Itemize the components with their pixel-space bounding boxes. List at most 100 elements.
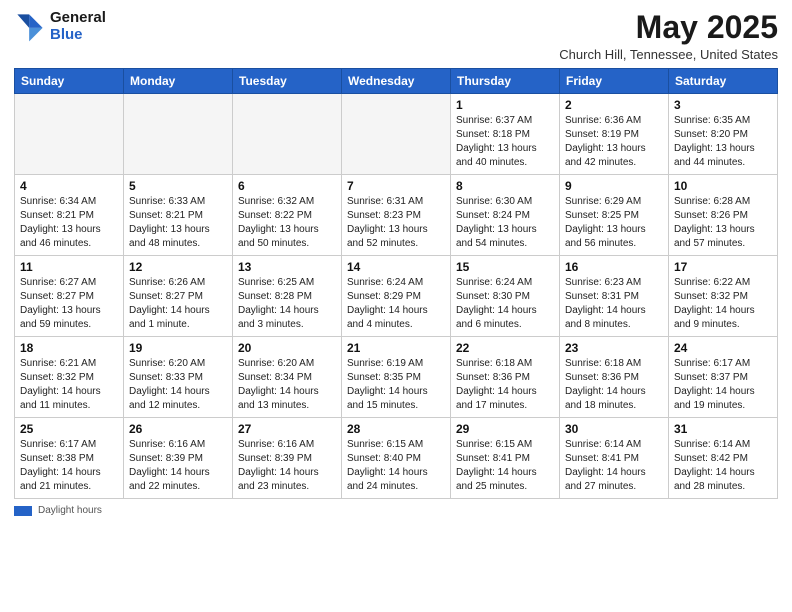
logo: General Blue xyxy=(14,10,106,43)
calendar-header: SundayMondayTuesdayWednesdayThursdayFrid… xyxy=(15,69,778,94)
day-of-week-wednesday: Wednesday xyxy=(342,69,451,94)
day-info: Sunrise: 6:28 AMSunset: 8:26 PMDaylight:… xyxy=(674,195,772,251)
day-info: Sunrise: 6:16 AMSunset: 8:39 PMDaylight:… xyxy=(238,438,336,494)
day-info: Sunrise: 6:26 AMSunset: 8:27 PMDaylight:… xyxy=(129,276,227,332)
calendar-cell: 25 Sunrise: 6:17 AMSunset: 8:38 PMDayligh… xyxy=(15,418,124,499)
day-info: Sunrise: 6:31 AMSunset: 8:23 PMDaylight:… xyxy=(347,195,445,251)
calendar-cell: 8 Sunrise: 6:30 AMSunset: 8:24 PMDaylight… xyxy=(451,175,560,256)
day-number: 8 xyxy=(456,179,554,193)
day-number: 23 xyxy=(565,341,663,355)
header: General Blue May 2025 Church Hill, Tenne… xyxy=(14,10,778,62)
day-info: Sunrise: 6:18 AMSunset: 8:36 PMDaylight:… xyxy=(565,357,663,413)
week-row-4: 18 Sunrise: 6:21 AMSunset: 8:32 PMDayligh… xyxy=(15,337,778,418)
day-number: 30 xyxy=(565,422,663,436)
calendar-cell: 15 Sunrise: 6:24 AMSunset: 8:30 PMDayligh… xyxy=(451,256,560,337)
day-number: 10 xyxy=(674,179,772,193)
week-row-5: 25 Sunrise: 6:17 AMSunset: 8:38 PMDayligh… xyxy=(15,418,778,499)
day-info: Sunrise: 6:22 AMSunset: 8:32 PMDaylight:… xyxy=(674,276,772,332)
day-info: Sunrise: 6:25 AMSunset: 8:28 PMDaylight:… xyxy=(238,276,336,332)
days-of-week-row: SundayMondayTuesdayWednesdayThursdayFrid… xyxy=(15,69,778,94)
day-number: 29 xyxy=(456,422,554,436)
day-number: 1 xyxy=(456,98,554,112)
day-number: 17 xyxy=(674,260,772,274)
day-of-week-sunday: Sunday xyxy=(15,69,124,94)
calendar-cell xyxy=(124,94,233,175)
day-info: Sunrise: 6:20 AMSunset: 8:34 PMDaylight:… xyxy=(238,357,336,413)
calendar-cell: 17 Sunrise: 6:22 AMSunset: 8:32 PMDayligh… xyxy=(669,256,778,337)
calendar: SundayMondayTuesdayWednesdayThursdayFrid… xyxy=(14,68,778,499)
day-info: Sunrise: 6:24 AMSunset: 8:29 PMDaylight:… xyxy=(347,276,445,332)
logo-blue-text: Blue xyxy=(50,27,106,44)
day-number: 19 xyxy=(129,341,227,355)
footer: Daylight hours xyxy=(14,505,778,516)
day-number: 11 xyxy=(20,260,118,274)
calendar-cell: 24Sunrise: 6:17 AMSunset: 8:37 PMDayligh… xyxy=(669,337,778,418)
calendar-cell: 4Sunrise: 6:34 AMSunset: 8:21 PMDaylight… xyxy=(15,175,124,256)
day-info: Sunrise: 6:18 AMSunset: 8:36 PMDaylight:… xyxy=(456,357,554,413)
calendar-cell: 6Sunrise: 6:32 AMSunset: 8:22 PMDaylight… xyxy=(233,175,342,256)
calendar-cell: 20 Sunrise: 6:20 AMSunset: 8:34 PMDayligh… xyxy=(233,337,342,418)
day-info: Sunrise: 6:32 AMSunset: 8:22 PMDaylight:… xyxy=(238,195,336,251)
day-info: Sunrise: 6:19 AMSunset: 8:35 PMDaylight:… xyxy=(347,357,445,413)
week-row-2: 4Sunrise: 6:34 AMSunset: 8:21 PMDaylight… xyxy=(15,175,778,256)
calendar-cell: 29 Sunrise: 6:15 AMSunset: 8:41 PMDayligh… xyxy=(451,418,560,499)
location: Church Hill, Tennessee, United States xyxy=(559,47,778,62)
day-of-week-saturday: Saturday xyxy=(669,69,778,94)
calendar-cell: 28Sunrise: 6:15 AMSunset: 8:40 PMDayligh… xyxy=(342,418,451,499)
day-number: 5 xyxy=(129,179,227,193)
day-number: 15 xyxy=(456,260,554,274)
day-number: 31 xyxy=(674,422,772,436)
week-row-1: 1 Sunrise: 6:37 AMSunset: 8:18 PMDaylight… xyxy=(15,94,778,175)
day-number: 13 xyxy=(238,260,336,274)
day-info: Sunrise: 6:17 AMSunset: 8:38 PMDaylight:… xyxy=(20,438,118,494)
day-of-week-tuesday: Tuesday xyxy=(233,69,342,94)
calendar-cell: 13 Sunrise: 6:25 AMSunset: 8:28 PMDayligh… xyxy=(233,256,342,337)
day-number: 12 xyxy=(129,260,227,274)
logo-text: General Blue xyxy=(50,10,106,43)
day-number: 24 xyxy=(674,341,772,355)
daylight-label: Daylight hours xyxy=(38,505,102,516)
calendar-cell: 1 Sunrise: 6:37 AMSunset: 8:18 PMDaylight… xyxy=(451,94,560,175)
day-info: Sunrise: 6:14 AMSunset: 8:42 PMDaylight:… xyxy=(674,438,772,494)
day-number: 27 xyxy=(238,422,336,436)
calendar-cell: 5Sunrise: 6:33 AMSunset: 8:21 PMDaylight… xyxy=(124,175,233,256)
month-title: May 2025 xyxy=(559,10,778,45)
calendar-body: 1 Sunrise: 6:37 AMSunset: 8:18 PMDaylight… xyxy=(15,94,778,499)
calendar-cell: 18 Sunrise: 6:21 AMSunset: 8:32 PMDayligh… xyxy=(15,337,124,418)
day-number: 14 xyxy=(347,260,445,274)
calendar-cell: 26 Sunrise: 6:16 AMSunset: 8:39 PMDayligh… xyxy=(124,418,233,499)
calendar-cell: 22Sunrise: 6:18 AMSunset: 8:36 PMDayligh… xyxy=(451,337,560,418)
page: General Blue May 2025 Church Hill, Tenne… xyxy=(0,0,792,612)
day-info: Sunrise: 6:20 AMSunset: 8:33 PMDaylight:… xyxy=(129,357,227,413)
day-info: Sunrise: 6:14 AMSunset: 8:41 PMDaylight:… xyxy=(565,438,663,494)
day-number: 4 xyxy=(20,179,118,193)
calendar-cell: 9Sunrise: 6:29 AMSunset: 8:25 PMDaylight… xyxy=(560,175,669,256)
calendar-cell: 14 Sunrise: 6:24 AMSunset: 8:29 PMDayligh… xyxy=(342,256,451,337)
calendar-cell: 2Sunrise: 6:36 AMSunset: 8:19 PMDaylight… xyxy=(560,94,669,175)
day-of-week-friday: Friday xyxy=(560,69,669,94)
day-info: Sunrise: 6:15 AMSunset: 8:41 PMDaylight:… xyxy=(456,438,554,494)
day-info: Sunrise: 6:37 AMSunset: 8:18 PMDaylight:… xyxy=(456,114,554,170)
day-info: Sunrise: 6:36 AMSunset: 8:19 PMDaylight:… xyxy=(565,114,663,170)
day-info: Sunrise: 6:16 AMSunset: 8:39 PMDaylight:… xyxy=(129,438,227,494)
day-info: Sunrise: 6:30 AMSunset: 8:24 PMDaylight:… xyxy=(456,195,554,251)
calendar-cell xyxy=(233,94,342,175)
day-number: 7 xyxy=(347,179,445,193)
calendar-cell xyxy=(342,94,451,175)
day-info: Sunrise: 6:15 AMSunset: 8:40 PMDaylight:… xyxy=(347,438,445,494)
day-info: Sunrise: 6:21 AMSunset: 8:32 PMDaylight:… xyxy=(20,357,118,413)
day-number: 20 xyxy=(238,341,336,355)
calendar-cell: 19 Sunrise: 6:20 AMSunset: 8:33 PMDayligh… xyxy=(124,337,233,418)
calendar-cell: 23 Sunrise: 6:18 AMSunset: 8:36 PMDayligh… xyxy=(560,337,669,418)
day-of-week-thursday: Thursday xyxy=(451,69,560,94)
day-info: Sunrise: 6:23 AMSunset: 8:31 PMDaylight:… xyxy=(565,276,663,332)
day-number: 18 xyxy=(20,341,118,355)
week-row-3: 11Sunrise: 6:27 AMSunset: 8:27 PMDayligh… xyxy=(15,256,778,337)
day-number: 25 xyxy=(20,422,118,436)
calendar-cell: 31 Sunrise: 6:14 AMSunset: 8:42 PMDayligh… xyxy=(669,418,778,499)
day-info: Sunrise: 6:29 AMSunset: 8:25 PMDaylight:… xyxy=(565,195,663,251)
day-number: 26 xyxy=(129,422,227,436)
calendar-cell: 16Sunrise: 6:23 AMSunset: 8:31 PMDayligh… xyxy=(560,256,669,337)
calendar-cell: 11Sunrise: 6:27 AMSunset: 8:27 PMDayligh… xyxy=(15,256,124,337)
day-info: Sunrise: 6:24 AMSunset: 8:30 PMDaylight:… xyxy=(456,276,554,332)
